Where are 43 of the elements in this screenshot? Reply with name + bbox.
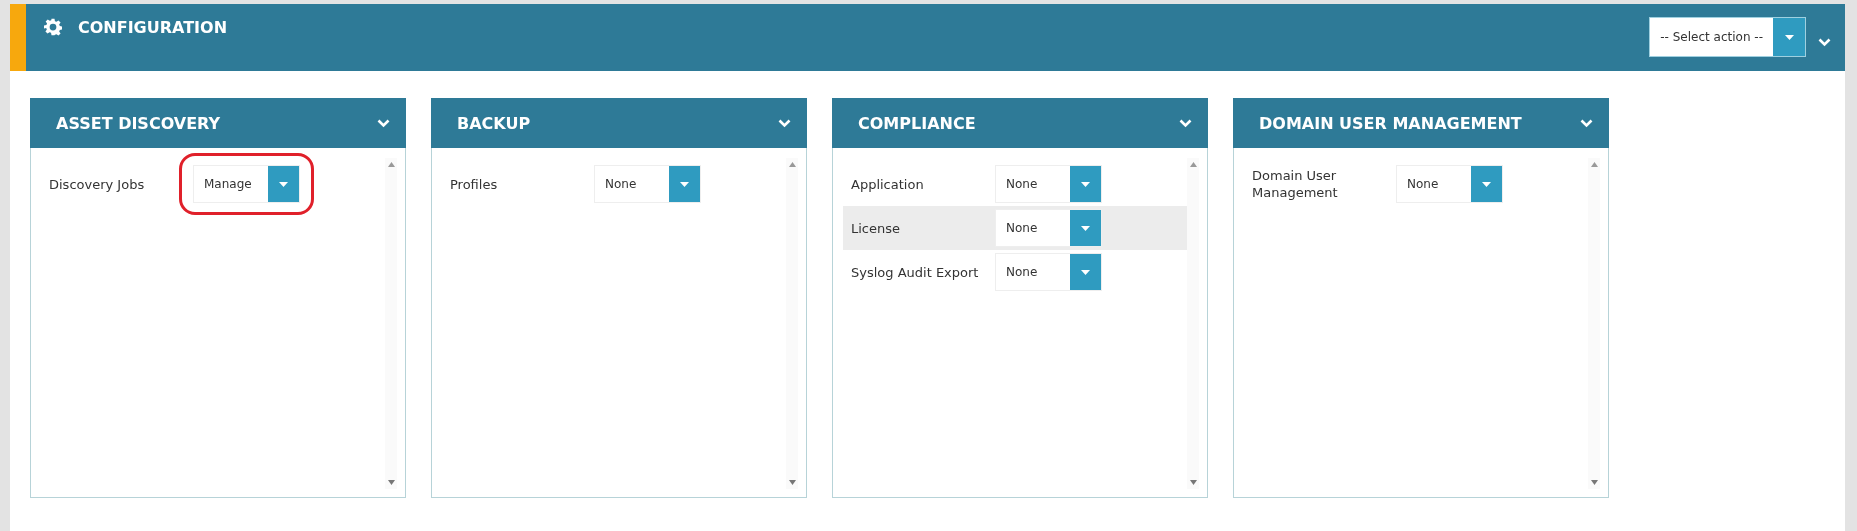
action-select[interactable]: -- Select action -- (1649, 17, 1806, 57)
caret-icon (680, 181, 689, 187)
scroll-up-icon[interactable] (1590, 162, 1598, 167)
chevron-down-icon[interactable] (377, 118, 390, 128)
caret-icon (1081, 181, 1090, 187)
caret-icon (1081, 269, 1090, 275)
panel-title: DOMAIN USER MANAGEMENT (1259, 113, 1522, 133)
scroll-down-icon[interactable] (788, 480, 796, 485)
scroll-down-icon[interactable] (1189, 480, 1197, 485)
permission-select[interactable]: None (995, 165, 1102, 203)
row-label: Syslog Audit Export (851, 263, 980, 281)
panel-title: ASSET DISCOVERY (56, 113, 221, 133)
scrollbar[interactable] (1187, 158, 1199, 489)
permission-select[interactable]: None (995, 253, 1102, 291)
page-title: CONFIGURATION (78, 18, 228, 37)
caret-icon (1482, 181, 1491, 187)
permission-select[interactable]: Manage (193, 165, 300, 203)
permission-select[interactable]: None (1396, 165, 1503, 203)
chevron-down-icon[interactable] (1580, 118, 1593, 128)
panel-title: BACKUP (457, 113, 531, 133)
scroll-up-icon[interactable] (788, 162, 796, 167)
scroll-down-icon[interactable] (387, 480, 395, 485)
row-label: Discovery Jobs (49, 175, 146, 193)
row-label: License (851, 219, 901, 237)
scrollbar[interactable] (786, 158, 798, 489)
permission-select[interactable]: None (594, 165, 701, 203)
chevron-down-icon[interactable] (1179, 118, 1192, 128)
scroll-up-icon[interactable] (1189, 162, 1197, 167)
chevron-down-icon[interactable] (778, 118, 791, 128)
row-label: Domain User Management (1252, 167, 1339, 201)
settings-icon (44, 18, 62, 36)
chevron-down-icon[interactable] (1818, 38, 1831, 47)
caret-icon (1784, 34, 1794, 40)
row-label: Application (851, 175, 925, 193)
panel-title: COMPLIANCE (858, 113, 976, 133)
caret-icon (279, 181, 288, 187)
row-label: Profiles (450, 175, 499, 193)
permission-select[interactable]: None (995, 209, 1102, 247)
scrollbar[interactable] (1588, 158, 1600, 489)
scroll-down-icon[interactable] (1590, 480, 1598, 485)
caret-icon (1081, 225, 1090, 231)
scroll-up-icon[interactable] (387, 162, 395, 167)
scrollbar[interactable] (385, 158, 397, 489)
